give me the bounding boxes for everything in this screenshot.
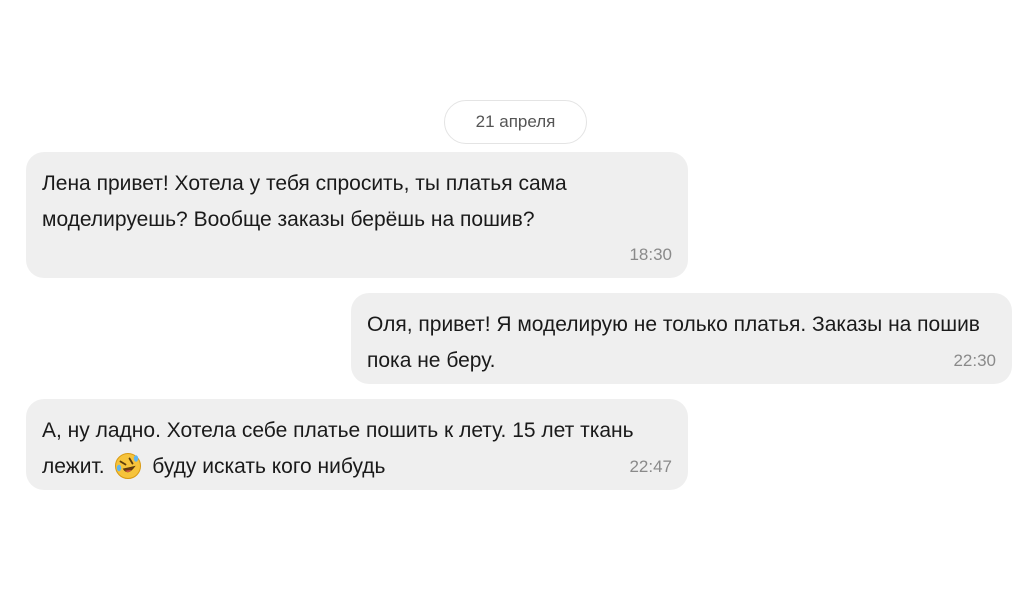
message-text: Лена привет! Хотела у тебя спросить, ты … xyxy=(42,172,573,231)
message-bubble-outgoing[interactable]: Оля, привет! Я моделирую не только плать… xyxy=(351,293,1012,384)
message-text: Оля, привет! Я моделирую не только плать… xyxy=(367,313,986,372)
message-text-after-emoji: буду искать кого нибудь xyxy=(152,455,386,478)
date-separator: 21 апреля xyxy=(444,100,587,144)
message-bubble-incoming[interactable]: Лена привет! Хотела у тебя спросить, ты … xyxy=(26,152,688,278)
message-time: 18:30 xyxy=(629,245,672,264)
message-time: 22:30 xyxy=(953,351,996,370)
date-label: 21 апреля xyxy=(475,112,556,131)
chat-thread: 21 апреля Лена привет! Хотела у тебя спр… xyxy=(0,0,1024,600)
message-bubble-incoming[interactable]: А, ну ладно. Хотела себе платье пошить к… xyxy=(26,399,688,490)
rolling-on-floor-laughing-icon xyxy=(115,453,142,479)
message-time: 22:47 xyxy=(629,457,672,476)
